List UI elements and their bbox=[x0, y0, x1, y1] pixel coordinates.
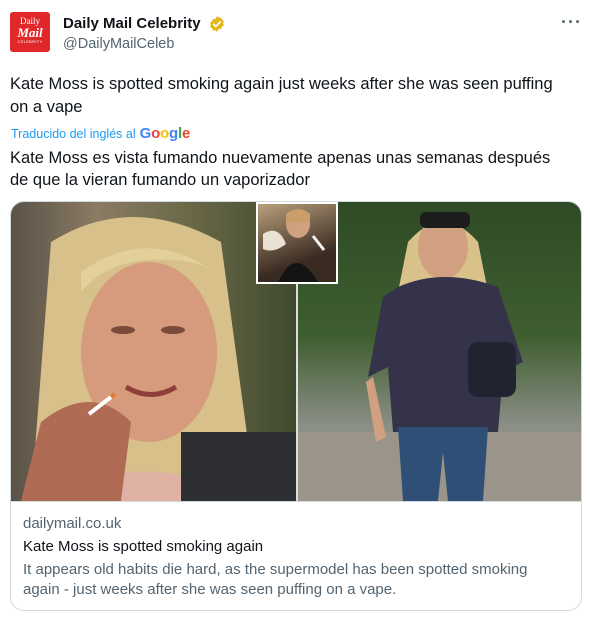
avatar-text-celebrity: CELEBRITY bbox=[17, 39, 43, 44]
account-name[interactable]: Daily Mail Celebrity bbox=[63, 15, 201, 32]
photo-right bbox=[298, 202, 581, 501]
photo-left bbox=[11, 202, 296, 501]
translated-text: Kate Moss es vista fumando nuevamente ap… bbox=[10, 149, 551, 189]
card-image[interactable] bbox=[11, 202, 581, 501]
translation-attribution[interactable]: Traducido del inglés al Google bbox=[11, 125, 190, 142]
tweet-text: Kate Moss is spotted smoking again just … bbox=[10, 75, 553, 116]
card-title: Kate Moss is spotted smoking again bbox=[23, 538, 264, 555]
inset-photo bbox=[256, 202, 338, 284]
card-info[interactable]: dailymail.co.uk Kate Moss is spotted smo… bbox=[11, 501, 581, 610]
inset-illustration bbox=[263, 209, 326, 282]
card-description: It appears old habits die hard, as the s… bbox=[23, 561, 528, 598]
google-logo: Google bbox=[139, 125, 191, 142]
woman-walking-illustration bbox=[298, 212, 581, 501]
card-domain: dailymail.co.uk bbox=[23, 515, 122, 532]
woman-smoking-illustration bbox=[21, 217, 296, 501]
avatar-text-mail: Mail bbox=[17, 25, 43, 40]
tweet-header: Daily Mail CELEBRITY Daily Mail Celebrit… bbox=[10, 12, 582, 56]
verified-badge-icon bbox=[210, 16, 224, 32]
avatar[interactable]: Daily Mail CELEBRITY bbox=[10, 12, 50, 52]
more-horizontal-icon[interactable]: ··· bbox=[561, 12, 582, 33]
link-card[interactable]: dailymail.co.uk Kate Moss is spotted smo… bbox=[10, 201, 582, 611]
account-handle[interactable]: @DailyMailCeleb bbox=[63, 36, 174, 52]
translated-label: Traducido del inglés al bbox=[11, 126, 136, 141]
